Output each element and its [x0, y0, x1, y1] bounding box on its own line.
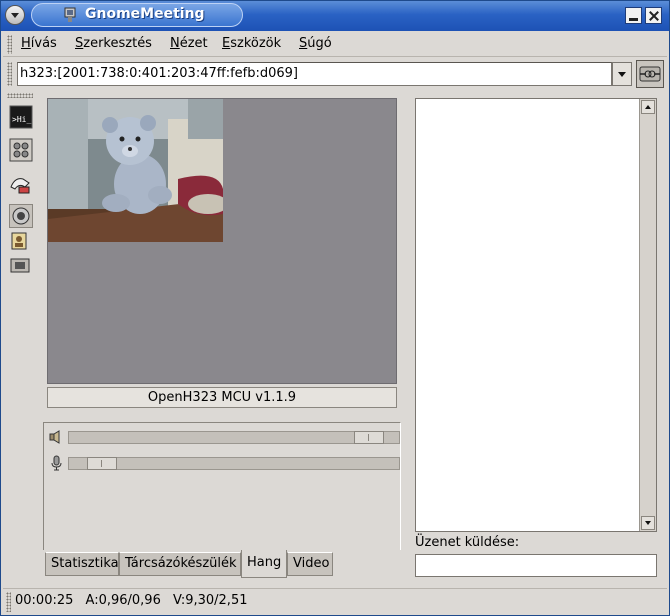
menu-view-label: ézet	[179, 36, 208, 51]
video-display	[47, 98, 397, 384]
address-toolbar-grip[interactable]	[7, 62, 12, 86]
hangup-button[interactable]	[9, 173, 33, 197]
menu-call[interactable]: Hívás	[21, 36, 57, 51]
menu-edit-label: zerkesztés	[83, 36, 152, 51]
menu-edit[interactable]: Szerkesztés	[75, 36, 152, 51]
menu-view-mnemonic: N	[170, 36, 180, 51]
remote-video-image	[48, 99, 223, 242]
menu-tools[interactable]: Eszközök	[222, 36, 281, 51]
chat-scrollbar[interactable]	[639, 99, 656, 531]
minimize-button[interactable]	[625, 7, 642, 24]
mic-volume-row	[48, 455, 400, 471]
status-audio: A:0,96/0,96	[85, 593, 161, 608]
window-title: GnomeMeeting	[85, 6, 205, 22]
menu-tools-label: szközök	[230, 36, 282, 51]
send-message-label: Üzenet küldése:	[415, 535, 520, 550]
scroll-down-button[interactable]	[641, 516, 655, 530]
audio-tab-panel	[43, 422, 401, 550]
menu-call-label: ívás	[30, 36, 57, 51]
window-menu-button[interactable]	[5, 5, 25, 25]
connect-icon	[639, 66, 661, 82]
address-dropdown-button[interactable]	[612, 62, 632, 86]
chat-history[interactable]	[415, 98, 657, 532]
speaker-volume-thumb[interactable]	[354, 431, 384, 444]
speaker-volume-slider[interactable]	[68, 431, 400, 444]
address-toolbar: h323:[2001:738:0:401:203:47ff:fefb:d069]	[3, 58, 667, 90]
status-time: 00:00:25	[15, 593, 74, 608]
app-icon	[64, 7, 76, 22]
side-toolbar-grip[interactable]	[7, 93, 33, 98]
status-video: V:9,30/2,51	[173, 593, 248, 608]
status-text: 00:00:25 A:0,96/0,96 V:9,30/2,51	[15, 593, 255, 608]
statusbar-grip	[6, 592, 11, 612]
connect-button[interactable]	[636, 60, 664, 88]
address-input[interactable]: h323:[2001:738:0:401:203:47ff:fefb:d069]	[17, 62, 612, 86]
menu-help-label: úgó	[307, 36, 332, 51]
tab-audio[interactable]: Hang	[241, 550, 287, 578]
title-bar[interactable]: GnomeMeeting	[1, 1, 669, 31]
mic-volume-slider[interactable]	[68, 457, 400, 470]
svg-text:>Hi_: >Hi_	[12, 115, 31, 124]
display-button[interactable]	[9, 255, 33, 279]
monitor-icon	[10, 258, 30, 273]
menu-view[interactable]: Nézet	[170, 36, 208, 51]
tab-video[interactable]: Video	[287, 552, 333, 576]
phone-icon	[10, 178, 30, 194]
close-button[interactable]	[645, 7, 662, 24]
history-button[interactable]: >Hi_	[9, 105, 33, 129]
send-message-input[interactable]	[415, 554, 657, 577]
status-bar: 00:00:25 A:0,96/0,96 V:9,30/2,51	[3, 588, 667, 614]
microphone-icon	[51, 455, 62, 471]
scroll-up-button[interactable]	[641, 100, 655, 114]
tab-statistics[interactable]: Statisztika	[45, 552, 119, 576]
menu-help[interactable]: Súgó	[299, 36, 332, 51]
addressbook-button[interactable]	[9, 230, 33, 254]
main-window: GnomeMeeting Hívás Szerkesztés Nézet Esz…	[0, 0, 670, 616]
side-toolbar: >Hi_	[3, 91, 37, 585]
mic-volume-thumb[interactable]	[87, 457, 117, 470]
speaker-volume-row	[48, 429, 400, 445]
terminal-icon: >Hi_	[9, 105, 33, 129]
keypad-icon	[9, 138, 33, 162]
menu-bar: Hívás Szerkesztés Nézet Eszközök Súgó	[3, 32, 667, 57]
contacts-icon	[11, 232, 27, 250]
webcam-icon	[12, 207, 30, 225]
menubar-grip[interactable]	[7, 35, 12, 54]
video-view-button[interactable]	[9, 204, 33, 228]
tab-dialpad[interactable]: Tárcsázókészülék	[119, 552, 241, 576]
menu-tools-mnemonic: E	[222, 36, 231, 51]
dialpad-button[interactable]	[9, 138, 33, 162]
speaker-icon	[49, 430, 60, 444]
menu-call-mnemonic: H	[21, 36, 31, 51]
video-caption: OpenH323 MCU v1.1.9	[47, 387, 397, 408]
